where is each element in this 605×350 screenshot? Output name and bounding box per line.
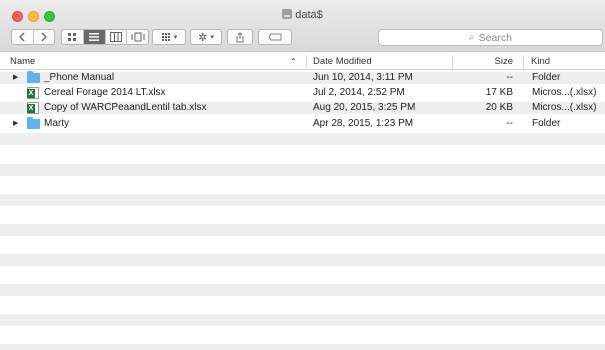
folder-icon [27, 71, 40, 83]
file-name: Cereal Forage 2014 LT.xlsx [44, 87, 166, 98]
column-divider[interactable] [523, 55, 524, 68]
file-kind: Folder [532, 72, 561, 83]
empty-row [0, 194, 605, 206]
search-field[interactable]: ⌕ Search [378, 29, 603, 46]
file-name: Copy of WARCPeaandLentil tab.xlsx [44, 102, 207, 113]
gear-icon: ✲ [198, 31, 208, 44]
view-switcher [61, 29, 149, 45]
window-title: data$ [0, 9, 605, 21]
file-row[interactable]: X Copy of WARCPeaandLentil tab.xlsx Aug … [0, 102, 605, 114]
tag-button[interactable] [258, 29, 292, 45]
file-date: Jul 2, 2014, 2:52 PM [313, 87, 405, 98]
file-kind: Folder [532, 118, 561, 129]
file-list: ▶ _Phone Manual Jun 10, 2014, 3:11 PM --… [0, 70, 605, 350]
file-date: Jun 10, 2014, 3:11 PM [313, 72, 413, 83]
column-view-button[interactable] [106, 30, 128, 44]
column-divider[interactable] [306, 55, 307, 68]
column-header-date[interactable]: Date Modified [313, 56, 372, 67]
file-row[interactable]: X Cereal Forage 2014 LT.xlsx Jul 2, 2014… [0, 87, 605, 99]
file-row[interactable]: ▶ _Phone Manual Jun 10, 2014, 3:11 PM --… [0, 71, 605, 84]
disk-icon [282, 9, 293, 19]
list-view-button[interactable] [83, 30, 106, 44]
file-size: 20 KB [485, 102, 513, 113]
chevron-right-icon [41, 32, 47, 42]
share-button[interactable] [227, 29, 253, 45]
file-size: -- [506, 72, 513, 83]
excel-file-icon: X [27, 87, 39, 99]
search-placeholder: Search [478, 31, 512, 44]
grid-arrange-icon [161, 33, 170, 41]
column-view-icon [109, 32, 122, 42]
folder-icon [27, 117, 40, 129]
empty-row [0, 284, 605, 296]
icon-view-button[interactable] [62, 30, 84, 44]
disclosure-triangle-icon[interactable]: ▶ [13, 118, 18, 130]
action-button[interactable]: ✲ ▾ [190, 29, 222, 45]
empty-row [0, 224, 605, 236]
sort-ascending-icon: ⌃ [290, 57, 297, 66]
icon-view-icon [68, 33, 77, 41]
file-row[interactable]: ▶ Marty Apr 28, 2015, 1:23 PM -- Folder [0, 117, 605, 130]
back-forward-group [11, 29, 55, 45]
share-icon [236, 31, 244, 42]
back-button[interactable] [12, 30, 34, 44]
column-header-name[interactable]: Name [10, 56, 35, 67]
file-kind: Micros...(.xlsx) [532, 87, 597, 98]
empty-row [0, 344, 605, 350]
chevron-down-icon: ▾ [173, 34, 178, 41]
excel-file-icon: X [27, 102, 39, 114]
empty-row [0, 133, 605, 145]
column-header-kind[interactable]: Kind [531, 56, 550, 67]
empty-row [0, 314, 605, 326]
file-date: Apr 28, 2015, 1:23 PM [313, 118, 414, 129]
list-view-icon [89, 33, 100, 41]
disclosure-triangle-icon[interactable]: ▶ [13, 72, 18, 84]
empty-row [0, 254, 605, 266]
toolbar: data$ ▾ ✲ ▾ ⌕ Search [0, 0, 605, 52]
cover-flow-icon [131, 32, 145, 42]
search-icon: ⌕ [469, 32, 475, 43]
file-name: Marty [44, 118, 69, 129]
arrange-button[interactable]: ▾ [152, 29, 186, 45]
forward-button[interactable] [34, 30, 55, 44]
file-kind: Micros...(.xlsx) [532, 102, 597, 113]
column-header-size[interactable]: Size [485, 56, 513, 67]
chevron-down-icon: ▾ [210, 34, 214, 41]
file-date: Aug 20, 2015, 3:25 PM [313, 102, 416, 113]
finder-window: data$ ▾ ✲ ▾ ⌕ Search Name ⌃ Date Modifie… [0, 0, 605, 350]
chevron-left-icon [19, 32, 25, 42]
column-divider[interactable] [452, 55, 453, 68]
file-size: 17 KB [485, 87, 513, 98]
column-header-row: Name ⌃ Date Modified Size Kind [0, 53, 605, 70]
window-title-text: data$ [295, 9, 323, 21]
file-name: _Phone Manual [44, 72, 115, 83]
empty-row [0, 164, 605, 176]
tag-icon [268, 33, 282, 41]
cover-flow-button[interactable] [127, 30, 148, 44]
file-size: -- [506, 118, 513, 129]
